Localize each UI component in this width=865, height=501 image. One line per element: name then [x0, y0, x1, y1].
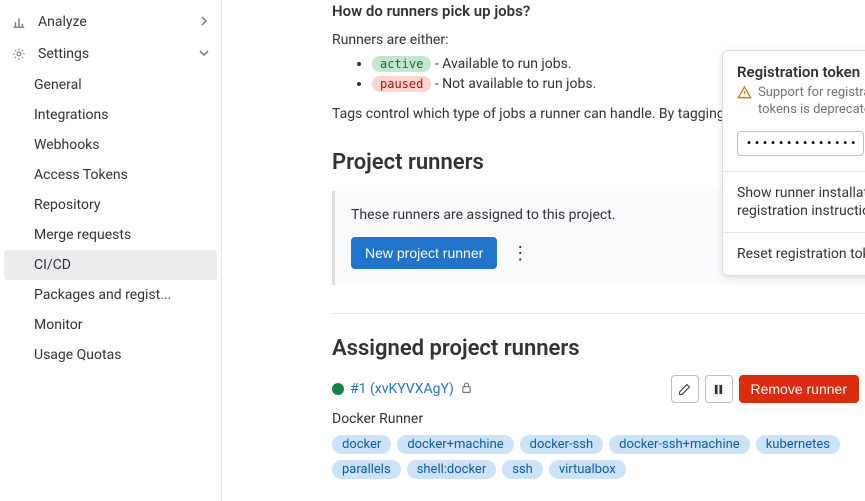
- nav-analyze-label: Analyze: [38, 14, 87, 30]
- nav-analyze[interactable]: Analyze: [0, 6, 221, 38]
- show-instructions-link[interactable]: Show runner installation and registratio…: [723, 172, 865, 232]
- question-heading: How do runners pick up jobs?: [332, 2, 865, 20]
- tag: docker: [332, 435, 391, 454]
- tag: virtualbox: [549, 460, 626, 479]
- tag: docker+machine: [397, 435, 513, 454]
- lock-icon: [460, 381, 473, 398]
- main-content: Register as many runners as you want. Yo…: [222, 0, 865, 501]
- runner-row: #1 (xvKYVXAgY) Remove runner: [332, 375, 865, 403]
- active-badge: active: [372, 56, 431, 72]
- nav-item-packages[interactable]: Packages and regist...: [0, 280, 221, 310]
- paused-text: - Not available to run jobs.: [435, 76, 596, 92]
- kebab-menu-icon[interactable]: ⋮: [511, 243, 531, 264]
- chevron-down-icon: [199, 46, 209, 62]
- tag: docker-ssh: [520, 435, 603, 454]
- popover-title: Registration token: [737, 63, 865, 81]
- chart-icon: [12, 15, 28, 29]
- popover-warning: Support for registration tokens is depre…: [737, 85, 865, 119]
- tag: shell:docker: [407, 460, 497, 479]
- remove-runner-button[interactable]: Remove runner: [739, 375, 860, 403]
- tag: parallels: [332, 460, 401, 479]
- nav-item-access-tokens[interactable]: Access Tokens: [0, 160, 221, 190]
- nav-item-monitor[interactable]: Monitor: [0, 310, 221, 340]
- tag: docker-ssh+machine: [609, 435, 750, 454]
- pause-runner-button[interactable]: [705, 375, 733, 403]
- active-text: - Available to run jobs.: [435, 56, 572, 72]
- nav-settings-label: Settings: [38, 46, 89, 62]
- chevron-right-icon: [199, 14, 209, 30]
- nav-item-merge-requests[interactable]: Merge requests: [0, 220, 221, 250]
- nav-item-usage-quotas[interactable]: Usage Quotas: [0, 340, 221, 370]
- runner-link[interactable]: #1 (xvKYVXAgY): [350, 381, 454, 397]
- sidebar: Analyze Settings General Integrations We…: [0, 0, 222, 501]
- nav-item-webhooks[interactable]: Webhooks: [0, 130, 221, 160]
- nav-settings-sub: General Integrations Webhooks Access Tok…: [0, 70, 221, 370]
- gear-icon: [12, 47, 28, 61]
- either-text: Runners are either:: [332, 32, 865, 48]
- status-online-icon: [332, 383, 344, 395]
- new-project-runner-button[interactable]: New project runner: [351, 237, 497, 269]
- nav-settings[interactable]: Settings: [0, 38, 221, 70]
- assigned-runners-heading: Assigned project runners: [332, 336, 865, 361]
- runner-tags: docker docker+machine docker-ssh docker-…: [332, 435, 865, 479]
- paused-badge: paused: [372, 76, 431, 92]
- warning-icon: [737, 85, 752, 119]
- nav-item-integrations[interactable]: Integrations: [0, 100, 221, 130]
- registration-token-popover: Registration token Support for registrat…: [722, 50, 865, 276]
- tag: kubernetes: [756, 435, 840, 454]
- token-input[interactable]: [737, 131, 864, 156]
- edit-runner-button[interactable]: [671, 375, 699, 403]
- reset-token-link[interactable]: Reset registration token: [723, 233, 865, 275]
- tag: ssh: [502, 460, 543, 479]
- nav-item-repository[interactable]: Repository: [0, 190, 221, 220]
- divider: [332, 313, 865, 314]
- nav-item-cicd[interactable]: CI/CD: [4, 250, 217, 280]
- runner-description: Docker Runner: [332, 411, 865, 427]
- popover-warning-text: Support for registration tokens is depre…: [758, 85, 865, 119]
- nav-item-general[interactable]: General: [0, 70, 221, 100]
